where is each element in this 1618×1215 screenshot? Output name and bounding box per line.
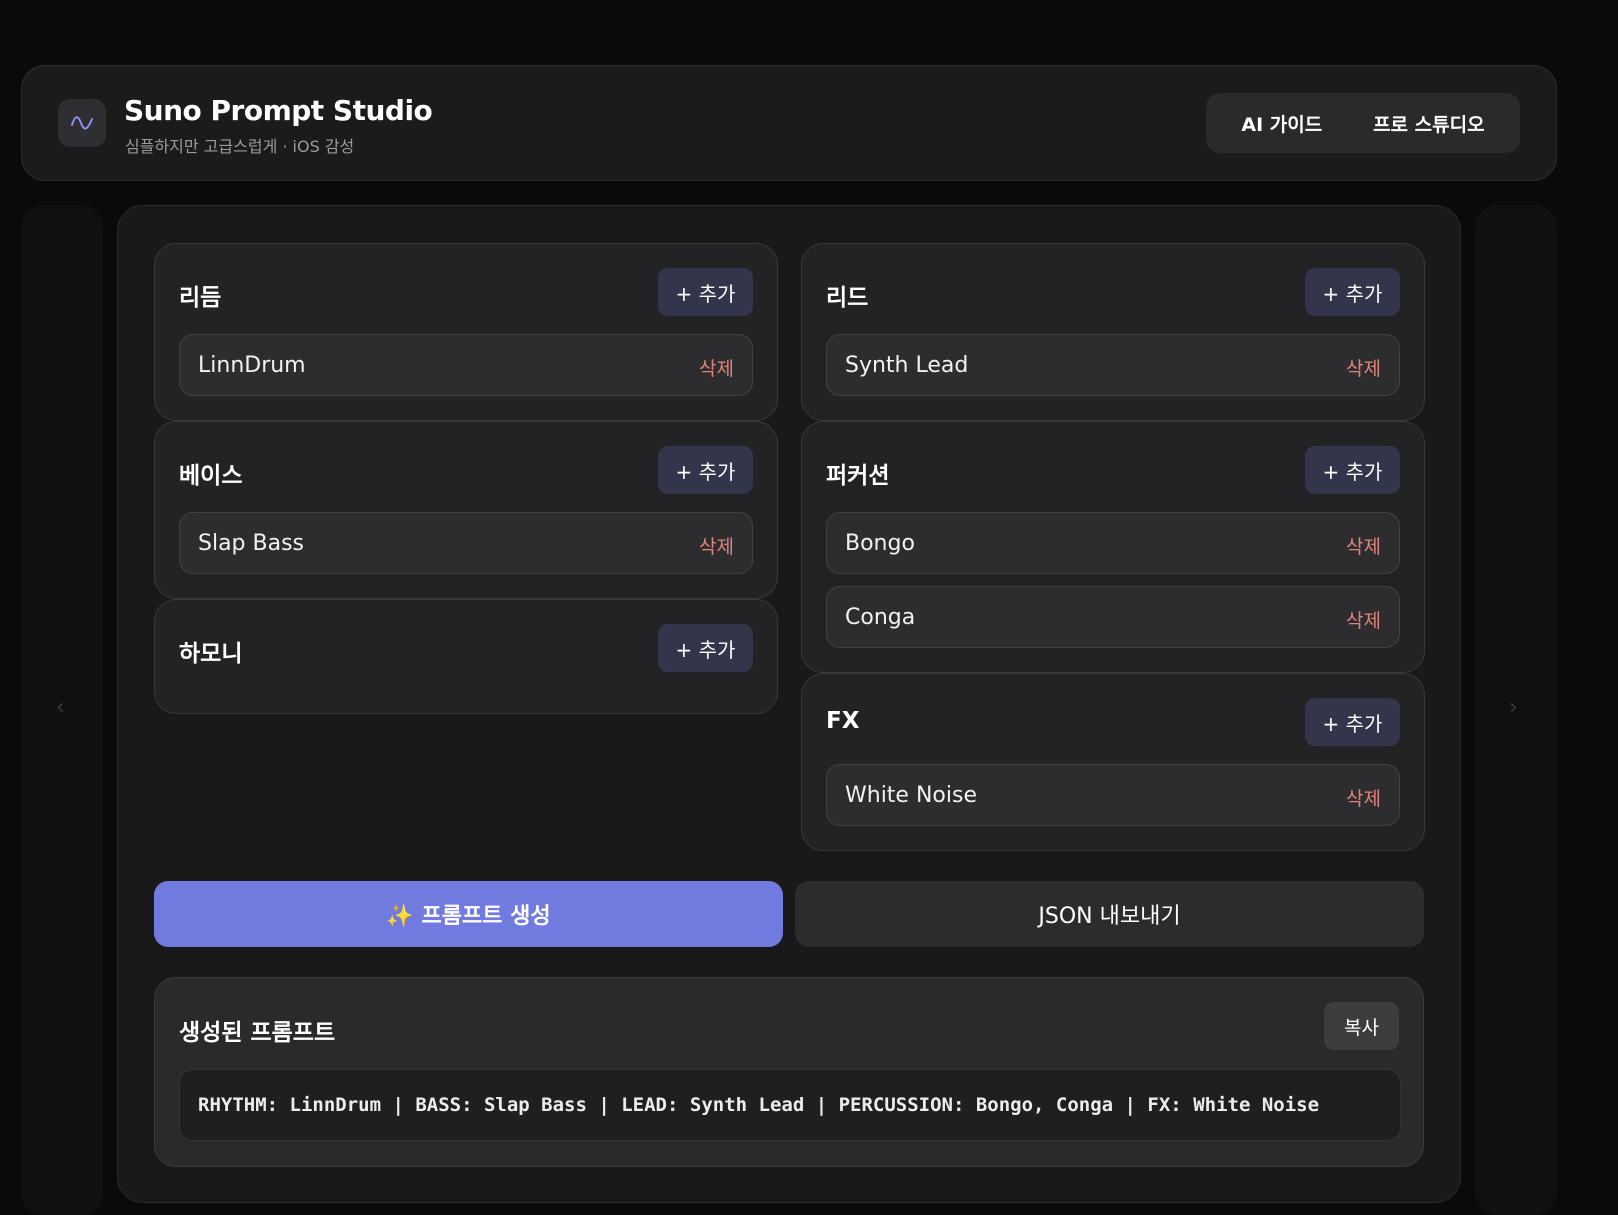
delete-button[interactable]: 삭제 — [1346, 606, 1381, 633]
list-item: LinnDrum 삭제 — [179, 334, 753, 396]
section-fx: FX + 추가 White Noise 삭제 — [801, 673, 1425, 851]
prompt-text: RHYTHM: LinnDrum | BASS: Slap Bass | LEA… — [198, 1094, 1320, 1116]
list-item: Synth Lead 삭제 — [826, 334, 1400, 396]
add-rhythm-button[interactable]: + 추가 — [658, 268, 753, 316]
list-item: Bongo 삭제 — [826, 512, 1400, 574]
section-title: 베이스 — [179, 463, 243, 489]
delete-button[interactable]: 삭제 — [1346, 784, 1381, 811]
add-harmony-button[interactable]: + 추가 — [658, 624, 753, 672]
add-lead-button[interactable]: + 추가 — [1305, 268, 1400, 316]
item-label: Slap Bass — [198, 531, 305, 556]
item-label: Conga — [845, 605, 916, 630]
chevron-right-icon[interactable]: › — [1509, 695, 1518, 720]
app-title: Suno Prompt Studio — [124, 94, 433, 127]
list-item: Conga 삭제 — [826, 586, 1400, 648]
nav-pro-studio[interactable]: 프로 스튜디오 — [1373, 110, 1485, 137]
app-subtitle: 심플하지만 고급스럽게 · iOS 감성 — [125, 137, 355, 156]
section-rhythm: 리듬 + 추가 LinnDrum 삭제 — [154, 243, 778, 421]
list-item: Slap Bass 삭제 — [179, 512, 753, 574]
section-title: 리드 — [826, 285, 869, 311]
delete-button[interactable]: 삭제 — [699, 532, 734, 559]
add-bass-button[interactable]: + 추가 — [658, 446, 753, 494]
section-title: FX — [826, 708, 860, 734]
section-title: 퍼커션 — [826, 463, 890, 489]
add-fx-button[interactable]: + 추가 — [1305, 698, 1400, 746]
item-label: LinnDrum — [198, 353, 306, 378]
waveform-icon — [58, 99, 106, 147]
section-title: 하모니 — [179, 641, 243, 667]
section-title: 리듬 — [179, 285, 222, 311]
chevron-left-icon[interactable]: ‹ — [56, 695, 65, 720]
generated-prompt-card: 생성된 프롬프트 복사 RHYTHM: LinnDrum | BASS: Sla… — [154, 977, 1424, 1167]
copy-button[interactable]: 복사 — [1324, 1002, 1399, 1050]
generate-prompt-button[interactable]: ✨ 프롬프트 생성 — [154, 881, 783, 947]
item-label: Synth Lead — [845, 353, 969, 378]
add-percussion-button[interactable]: + 추가 — [1305, 446, 1400, 494]
delete-button[interactable]: 삭제 — [1346, 532, 1381, 559]
list-item: White Noise 삭제 — [826, 764, 1400, 826]
export-json-button[interactable]: JSON 내보내기 — [795, 881, 1424, 947]
delete-button[interactable]: 삭제 — [1346, 354, 1381, 381]
main-panel: 리듬 + 추가 LinnDrum 삭제 베이스 + 추가 Slap Bass 삭… — [117, 205, 1461, 1203]
section-percussion: 퍼커션 + 추가 Bongo 삭제 Conga 삭제 — [801, 421, 1425, 673]
section-lead: 리드 + 추가 Synth Lead 삭제 — [801, 243, 1425, 421]
item-label: White Noise — [845, 783, 977, 808]
delete-button[interactable]: 삭제 — [699, 354, 734, 381]
header-nav: AI 가이드 프로 스튜디오 — [1206, 93, 1520, 153]
section-harmony: 하모니 + 추가 — [154, 599, 778, 714]
output-title: 생성된 프롬프트 — [179, 1020, 336, 1046]
prompt-output[interactable]: RHYTHM: LinnDrum | BASS: Slap Bass | LEA… — [179, 1069, 1401, 1141]
nav-ai-guide[interactable]: AI 가이드 — [1241, 110, 1322, 137]
section-bass: 베이스 + 추가 Slap Bass 삭제 — [154, 421, 778, 599]
item-label: Bongo — [845, 531, 915, 556]
app-header: Suno Prompt Studio 심플하지만 고급스럽게 · iOS 감성 … — [21, 65, 1557, 181]
